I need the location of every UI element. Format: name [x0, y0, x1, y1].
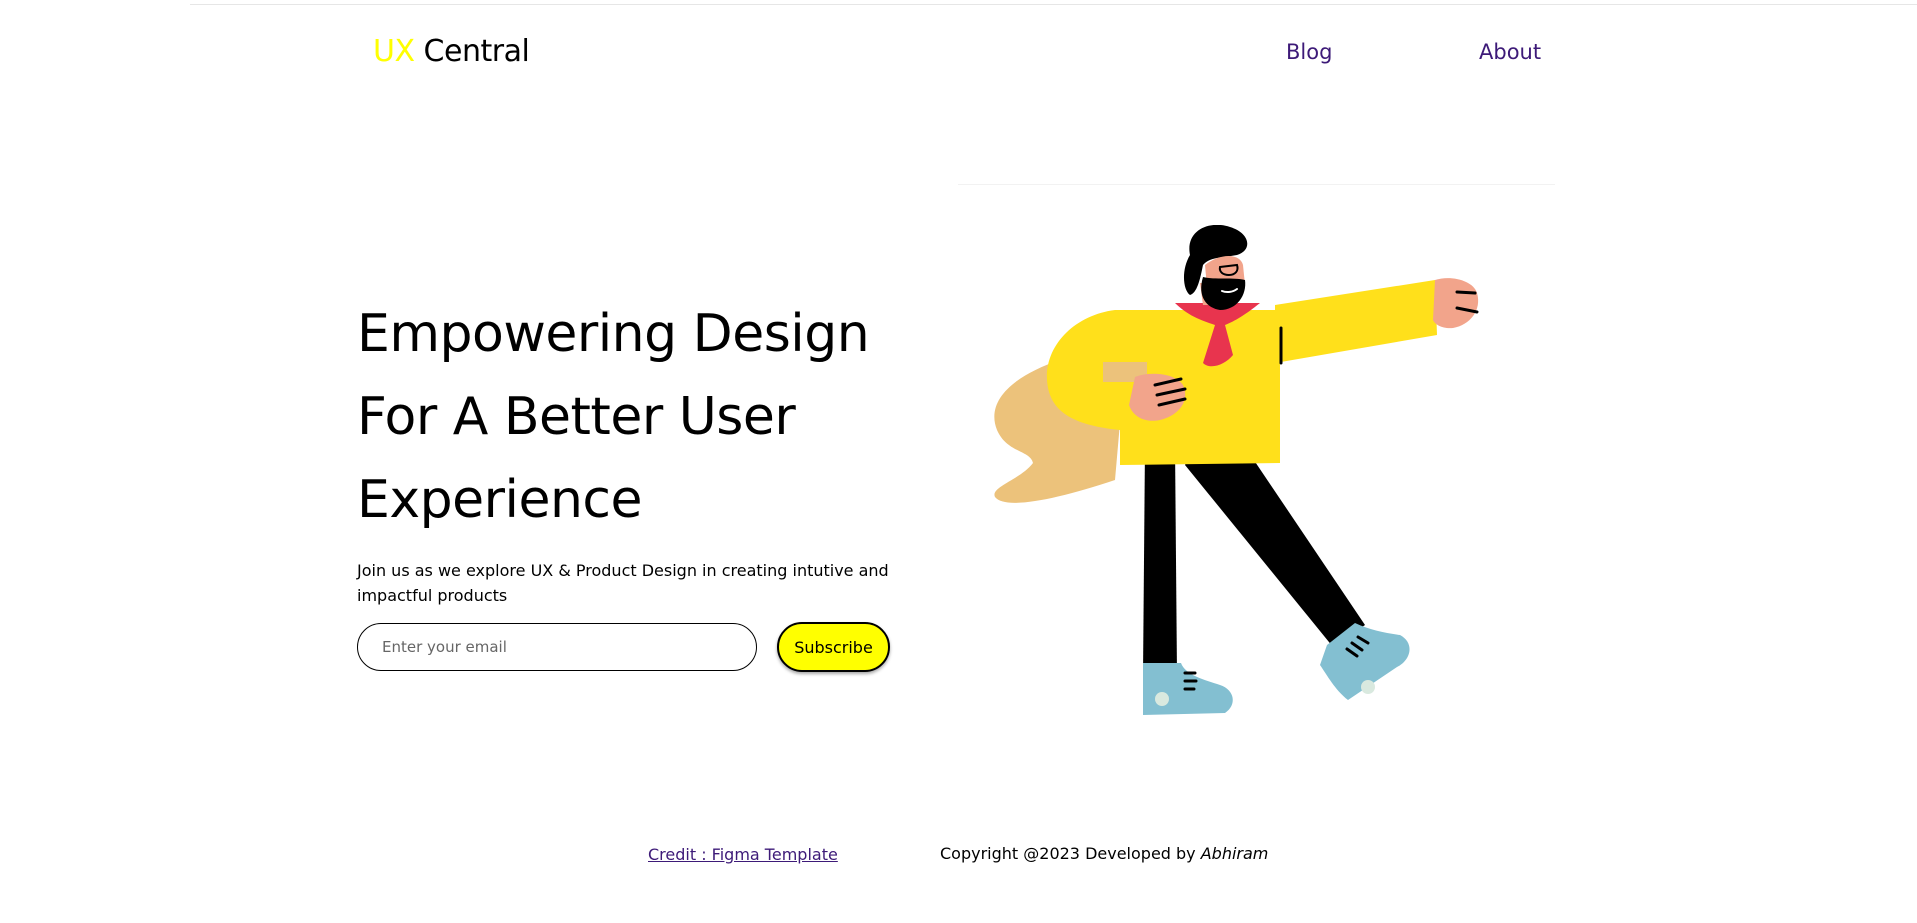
navbar: UX Central Blog About: [357, 30, 1541, 76]
extended-arm: [1275, 280, 1437, 363]
nav-link-blog[interactable]: Blog: [1286, 40, 1332, 64]
front-leg: [1185, 435, 1365, 647]
hero-subtitle: Join us as we explore UX & Product Desig…: [357, 561, 889, 605]
logo-text: Central: [414, 34, 530, 69]
subscribe-button[interactable]: Subscribe: [777, 622, 890, 672]
email-input[interactable]: [357, 623, 757, 671]
copyright-prefix: Copyright @2023 Developed by: [940, 844, 1201, 863]
hero-title: Empowering Design For A Better User Expe…: [357, 293, 937, 542]
nav-link-about[interactable]: About: [1479, 40, 1541, 64]
back-leg: [1143, 445, 1177, 675]
logo-accent: UX: [373, 34, 415, 69]
hero-title-line: For A Better User: [357, 387, 796, 447]
author-name: Abhiram: [1200, 844, 1269, 863]
hero-title-line: Empowering Design: [357, 304, 870, 364]
copyright-text: Copyright @2023 Developed by Abhiram: [940, 844, 1268, 863]
illustration-divider: [958, 184, 1555, 185]
top-divider: [190, 4, 1917, 5]
walking-man-illustration: [994, 225, 1479, 715]
logo[interactable]: UX Central: [373, 34, 530, 69]
front-hand: [1433, 278, 1479, 329]
credit-link[interactable]: Credit : Figma Template: [648, 845, 838, 864]
hero-title-line: Experience: [357, 470, 643, 530]
